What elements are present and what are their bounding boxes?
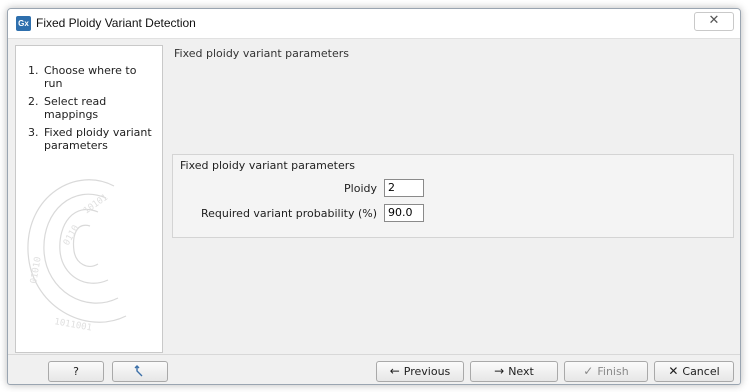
svg-text:01010: 01010 [29,256,44,284]
next-label: Next [508,365,534,378]
wizard-steps-panel: 1. Choose where to run 2. Select read mapp… [15,45,163,353]
ploidy-label: Ploidy [344,182,377,195]
previous-label: Previous [403,365,451,378]
svg-text:10101: 10101 [82,193,110,217]
step-number: 2. [28,95,39,108]
arrow-left-icon: ← [389,364,400,378]
probability-input[interactable]: 90.0 [384,204,424,222]
ploidy-input[interactable]: 2 [384,179,424,197]
arrow-right-icon: → [494,364,505,378]
step-item-select-read-mappings: 2. Select read mappings [28,95,158,121]
binary-spiral-watermark-icon: 10101 0110 01010 1011001 [27,179,127,334]
step-number: 3. [28,126,39,139]
reset-button[interactable] [112,361,168,382]
question-icon: ? [73,365,79,378]
svg-text:0110: 0110 [62,224,82,248]
app-logo-icon: Gx [16,16,31,31]
footer-divider [8,354,740,355]
finish-button[interactable]: ✓ Finish [564,361,648,382]
check-icon: ✓ [583,364,594,378]
step-label: Select read mappings [44,95,107,121]
close-icon: ✕ [708,13,720,28]
step-item-fixed-ploidy-parameters: 3. Fixed ploidy variant parameters [28,126,158,152]
svg-text:1011001: 1011001 [53,317,92,333]
parameters-group: Fixed ploidy variant parameters Ploidy 2… [172,154,734,238]
close-button[interactable]: ✕ [694,12,734,31]
cancel-label: Cancel [682,365,720,378]
group-title: Fixed ploidy variant parameters [180,159,355,172]
x-icon: ✕ [668,364,679,378]
next-button[interactable]: → Next [470,361,558,382]
reset-arrow-icon [134,365,143,377]
step-item-choose-where-to-run: 1. Choose where to run [28,64,158,90]
probability-label: Required variant probability (%) [200,207,377,220]
previous-button[interactable]: ← Previous [376,361,464,382]
finish-label: Finish [597,365,629,378]
step-label: Choose where to run [44,64,137,90]
step-label: Fixed ploidy variant parameters [44,126,152,152]
help-button[interactable]: ? [48,361,104,382]
parameters-panel-title: Fixed ploidy variant parameters [174,47,349,60]
cancel-button[interactable]: ✕ Cancel [654,361,734,382]
step-number: 1. [28,64,39,77]
window-title: Fixed Ploidy Variant Detection [36,16,196,30]
dialog-window: Gx Fixed Ploidy Variant Detection ✕ 1. Ch… [7,8,741,385]
title-bar: Gx Fixed Ploidy Variant Detection ✕ [8,9,740,39]
